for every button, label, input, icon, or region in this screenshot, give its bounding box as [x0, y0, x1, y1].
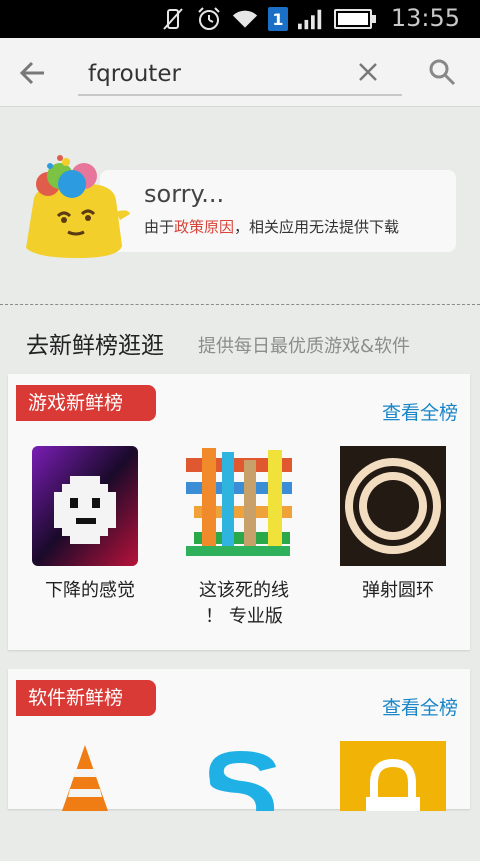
vibrate-off-icon — [160, 6, 186, 32]
sorry-title: sorry... — [144, 180, 225, 208]
back-button[interactable] — [18, 58, 48, 88]
search-field[interactable] — [78, 54, 402, 96]
battery-icon — [334, 9, 376, 29]
app-name: 下降的感觉 — [45, 580, 135, 601]
sorry-message: 由于政策原因，相关应用无法提供下载 — [144, 216, 399, 237]
status-bar: 1 13:55 — [0, 0, 480, 38]
search-button[interactable] — [428, 58, 456, 86]
signal-icon — [298, 6, 324, 32]
clear-button[interactable] — [358, 62, 380, 84]
software-chart-see-all-link[interactable]: 查看全榜 — [382, 693, 458, 720]
software-chart-card: 软件新鲜榜 查看全榜 — [8, 669, 470, 811]
game-chart-see-all-link[interactable]: 查看全榜 — [382, 398, 458, 425]
search-bar — [0, 38, 480, 107]
ring-icon[interactable] — [340, 446, 446, 566]
alarm-icon — [196, 6, 222, 32]
wifi-icon — [232, 6, 258, 32]
mascot-icon — [20, 150, 132, 262]
sorry-message-reason: 政策原因 — [174, 218, 235, 236]
sim-icon: 1 — [268, 7, 288, 31]
lock-icon[interactable] — [340, 741, 446, 861]
status-icons: 1 — [160, 6, 376, 32]
sorry-message-prefix: 由于 — [144, 218, 175, 236]
vlc-cone-icon[interactable] — [32, 741, 138, 861]
divider — [0, 304, 480, 305]
skype-s-icon[interactable] — [186, 741, 292, 861]
software-chart-tag: 软件新鲜榜 — [16, 680, 156, 716]
close-icon — [359, 63, 377, 81]
lines-grid-icon[interactable] — [186, 446, 292, 566]
sorry-message-suffix: ，相关应用无法提供下载 — [234, 218, 400, 236]
section-title: 去新鲜榜逛逛 — [26, 333, 164, 359]
back-arrow-icon — [19, 61, 44, 85]
section-subtitle: 提供每日最优质游戏&软件 — [198, 336, 411, 357]
status-time: 13:55 — [390, 4, 460, 32]
app-name: 这该死的线 ！ 专业版 — [199, 580, 289, 627]
game-chart-card: 游戏新鲜榜 查看全榜 下降的感觉 这该死的线 ！ 专业版 弹射圆环 — [8, 374, 470, 650]
game-chart-tag: 游戏新鲜榜 — [16, 385, 156, 421]
search-input[interactable] — [86, 54, 350, 94]
sorry-card: sorry... 由于政策原因，相关应用无法提供下载 — [100, 170, 456, 252]
ghost-face-icon[interactable] — [32, 446, 138, 566]
search-icon — [429, 59, 456, 86]
app-name: 弹射圆环 — [362, 580, 434, 601]
